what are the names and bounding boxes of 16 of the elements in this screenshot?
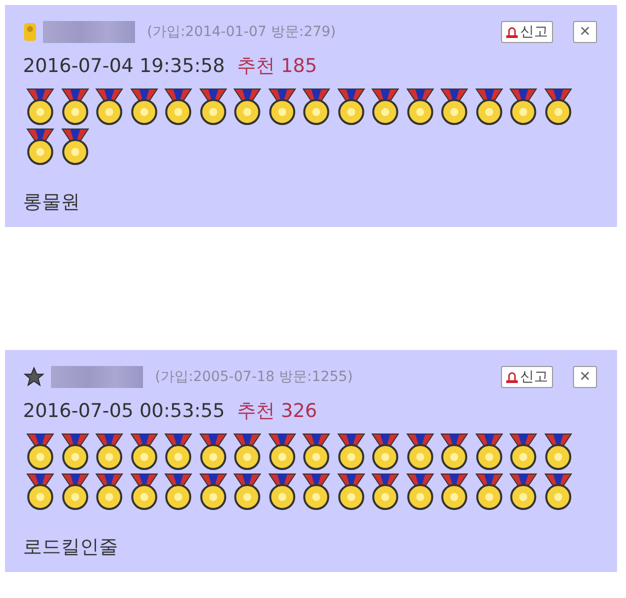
comment-datetime: 2016-07-04 19:35:58 <box>23 55 225 77</box>
star-icon <box>23 366 45 388</box>
close-button[interactable]: ✕ <box>573 366 597 388</box>
comment-datetime: 2016-07-05 00:53:55 <box>23 400 225 422</box>
siren-icon <box>506 371 518 383</box>
siren-icon <box>506 26 518 38</box>
close-button[interactable]: ✕ <box>573 21 597 43</box>
member-info: (가입:2014-01-07 방문:279) <box>147 23 336 41</box>
comment-text: 롱물원 <box>23 190 81 215</box>
recommend-count: 추천 326 <box>236 399 318 424</box>
badge-icon <box>23 21 37 43</box>
report-button[interactable]: 신고 <box>501 366 553 388</box>
member-info: (가입:2005-07-18 방문:1255) <box>155 368 353 386</box>
report-button[interactable]: 신고 <box>501 21 553 43</box>
recommend-count: 추천 185 <box>236 54 318 79</box>
comment-text: 로드킬인줄 <box>23 535 119 560</box>
